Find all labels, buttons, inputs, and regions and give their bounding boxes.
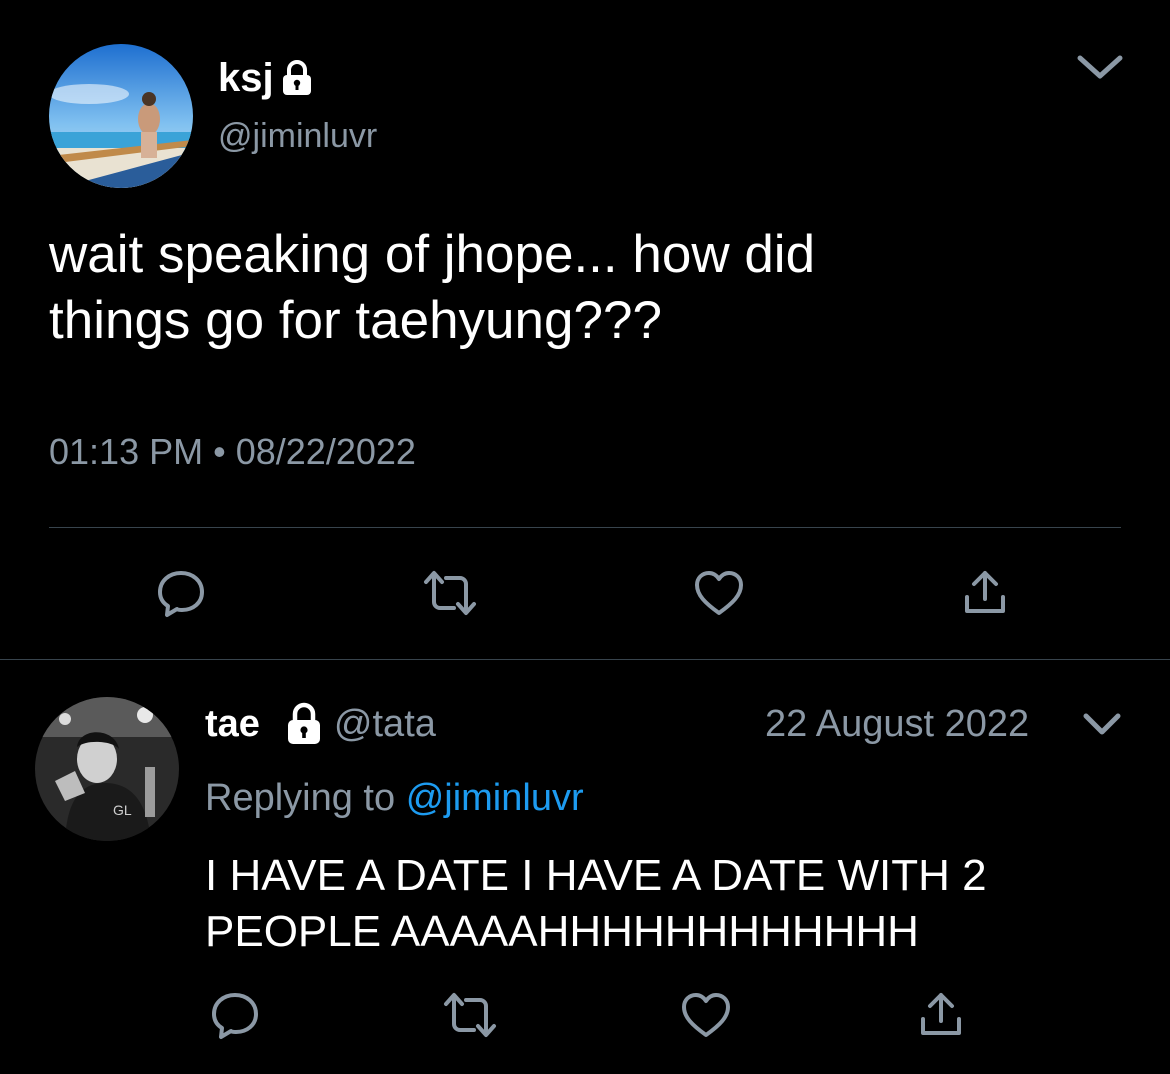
like-button[interactable] bbox=[678, 987, 734, 1043]
tweet-text-line: PEOPLE AAAAAHHHHHHHHHHHH bbox=[205, 907, 919, 956]
retweet-button[interactable] bbox=[442, 987, 498, 1043]
reply-icon bbox=[209, 989, 261, 1041]
svg-text:GL: GL bbox=[113, 802, 132, 818]
share-button[interactable] bbox=[957, 565, 1013, 621]
display-name[interactable]: ksj bbox=[218, 54, 314, 102]
divider bbox=[0, 659, 1170, 660]
reply-header: tae @tata bbox=[205, 700, 436, 748]
retweet-button[interactable] bbox=[422, 565, 478, 621]
display-name[interactable]: tae bbox=[205, 700, 260, 748]
share-button[interactable] bbox=[913, 987, 969, 1043]
retweet-icon bbox=[442, 989, 498, 1041]
avatar-tae[interactable]: GL bbox=[35, 697, 179, 841]
reply-icon bbox=[155, 567, 207, 619]
replying-to: Replying to @jiminluvr bbox=[205, 774, 584, 822]
chevron-down-icon[interactable] bbox=[1080, 706, 1124, 742]
meta-separator: • bbox=[213, 431, 226, 472]
tweet-text: wait speaking of jhope... how did things… bbox=[49, 222, 1129, 354]
like-button[interactable] bbox=[691, 565, 747, 621]
tweet-text-line: wait speaking of jhope... how did bbox=[49, 225, 816, 284]
lock-icon bbox=[284, 702, 324, 746]
share-icon bbox=[961, 567, 1009, 619]
reply-button[interactable] bbox=[207, 987, 263, 1043]
handle[interactable]: @tata bbox=[334, 700, 436, 748]
tweet-date[interactable]: 22 August 2022 bbox=[765, 700, 1029, 748]
retweet-icon bbox=[422, 567, 478, 619]
lock-icon bbox=[280, 59, 314, 97]
tweet-date: 08/22/2022 bbox=[235, 431, 416, 472]
tweet-timestamp[interactable]: 01:13 PM • 08/22/2022 bbox=[49, 428, 416, 476]
replying-prefix: Replying to bbox=[205, 777, 396, 819]
tweet-text: I HAVE A DATE I HAVE A DATE WITH 2 PEOPL… bbox=[205, 848, 1125, 960]
replying-to-link[interactable]: @jiminluvr bbox=[406, 777, 584, 819]
avatar-ksj[interactable] bbox=[49, 44, 193, 188]
heart-icon bbox=[680, 990, 732, 1040]
tweet-time: 01:13 PM bbox=[49, 431, 204, 472]
tweet-text-line: things go for taehyung??? bbox=[49, 291, 662, 350]
reply-button[interactable] bbox=[153, 565, 209, 621]
share-icon bbox=[917, 989, 965, 1041]
heart-icon bbox=[693, 568, 745, 618]
divider bbox=[49, 527, 1121, 528]
display-name-text[interactable]: ksj bbox=[218, 54, 274, 102]
chevron-down-icon[interactable] bbox=[1072, 48, 1128, 88]
handle[interactable]: @jiminluvr bbox=[218, 114, 377, 158]
tweet-text-line: I HAVE A DATE I HAVE A DATE WITH 2 bbox=[205, 851, 987, 900]
